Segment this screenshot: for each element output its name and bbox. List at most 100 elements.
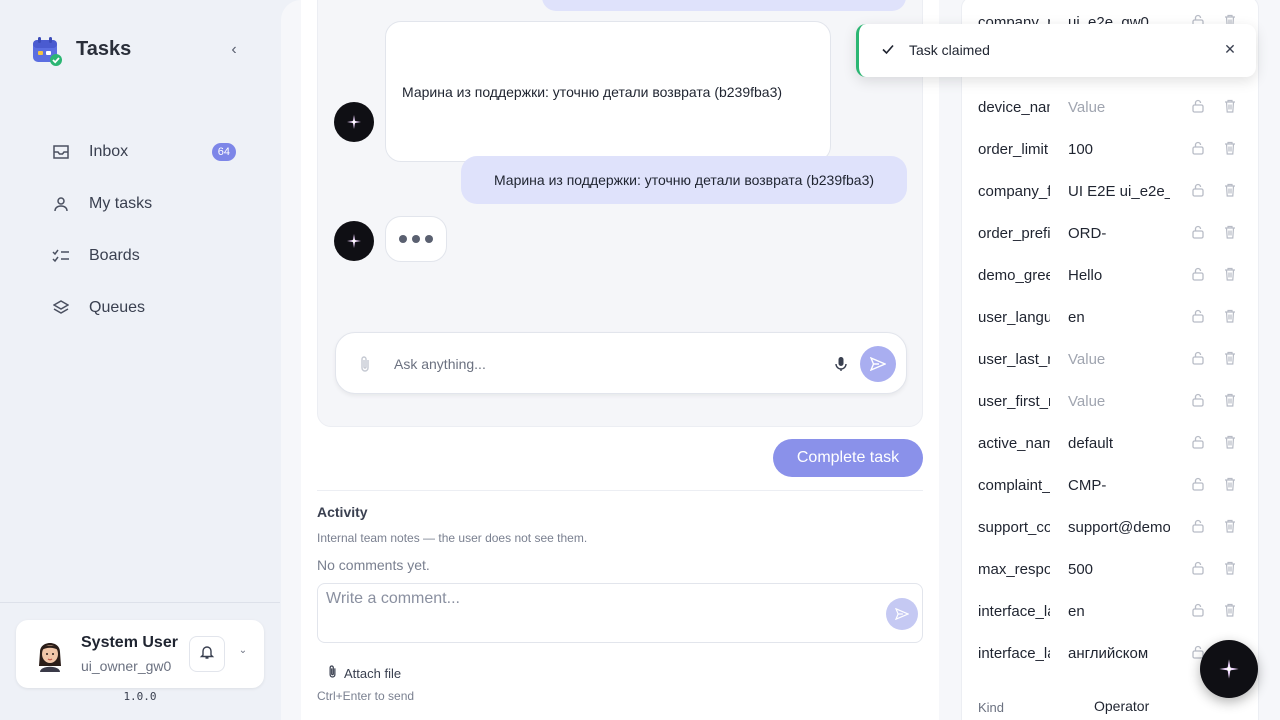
lock-icon[interactable]	[1192, 225, 1204, 239]
property-value[interactable]: en	[1068, 603, 1170, 620]
lock-icon[interactable]	[1192, 477, 1204, 491]
sparkle-icon	[347, 115, 361, 129]
trash-icon[interactable]	[1224, 141, 1236, 155]
property-value[interactable]: 100	[1068, 141, 1170, 158]
collapse-sidebar-button[interactable]: ‹	[226, 40, 242, 60]
property-value[interactable]: support@demo.com	[1068, 519, 1170, 536]
assistant-fab-button[interactable]	[1200, 640, 1258, 698]
lock-icon[interactable]	[1192, 435, 1204, 449]
sparkle-icon	[1219, 659, 1239, 679]
kind-value: Operator	[1094, 698, 1150, 714]
attach-file-button[interactable]: Attach file	[327, 664, 401, 682]
property-key: support_contact	[978, 518, 1050, 536]
property-value[interactable]: CMP-	[1068, 477, 1170, 494]
bot-avatar	[334, 102, 374, 142]
microphone-icon[interactable]	[834, 355, 848, 373]
property-row: demo_greeting Hello	[978, 254, 1248, 296]
trash-icon[interactable]	[1224, 603, 1236, 617]
activity-subtitle: Internal team notes — the user does not …	[317, 531, 588, 545]
property-row: company_full_name UI E2E ui_e2e_gw0	[978, 170, 1248, 212]
user-name: System User	[81, 634, 178, 651]
property-value[interactable]: ORD-	[1068, 225, 1170, 242]
comment-input[interactable]	[326, 590, 866, 634]
paperclip-icon[interactable]	[358, 355, 372, 373]
lock-icon[interactable]	[1192, 351, 1204, 365]
property-value[interactable]: 500	[1068, 561, 1170, 578]
property-key: user_first_name	[978, 392, 1050, 410]
lock-icon[interactable]	[1192, 561, 1204, 575]
inbox-icon	[52, 143, 70, 161]
property-key: active_namespace	[978, 434, 1050, 452]
lock-icon[interactable]	[1192, 267, 1204, 281]
property-value[interactable]: Value	[1068, 99, 1170, 116]
complete-task-button[interactable]: Complete task	[773, 439, 923, 477]
trash-icon[interactable]	[1224, 267, 1236, 281]
layers-icon	[52, 299, 70, 317]
property-key: complaint_prefix	[978, 476, 1050, 494]
comment-send-button[interactable]	[886, 598, 918, 630]
property-value[interactable]: en	[1068, 309, 1170, 326]
trash-icon[interactable]	[1224, 477, 1236, 491]
property-key: user_language	[978, 308, 1050, 326]
properties-card: company_name ui_e2e_gw0 device_name Valu…	[961, 0, 1259, 720]
trash-icon[interactable]	[1224, 351, 1236, 365]
sidebar-item-label: Queues	[89, 299, 146, 316]
chat-input[interactable]	[394, 351, 814, 377]
sidebar-divider	[0, 602, 280, 603]
trash-icon[interactable]	[1224, 99, 1236, 113]
trash-icon[interactable]	[1224, 225, 1236, 239]
lock-icon[interactable]	[1192, 603, 1204, 617]
chat-composer	[335, 332, 907, 394]
app-logo-icon	[32, 36, 62, 66]
property-row: order_prefix ORD-	[978, 212, 1248, 254]
user-card[interactable]: System User ui_owner_gw0 ⌄	[16, 620, 264, 688]
sidebar-item-my-tasks[interactable]: My tasks	[36, 178, 252, 230]
trash-icon[interactable]	[1224, 519, 1236, 533]
typing-indicator	[385, 216, 447, 262]
check-icon	[881, 42, 895, 56]
lock-icon[interactable]	[1192, 393, 1204, 407]
property-row: order_limit 100	[978, 128, 1248, 170]
sidebar-item-queues[interactable]: Queues	[36, 282, 252, 334]
send-icon	[870, 357, 886, 371]
lock-icon[interactable]	[1192, 183, 1204, 197]
property-value[interactable]: английском	[1068, 645, 1170, 662]
sidebar-nav: Inbox 64 My tasks Boards Queues	[36, 126, 252, 334]
chat-message-text: Марина из поддержки: уточню детали возвр…	[402, 83, 783, 100]
property-key: interface_language_name	[978, 644, 1050, 662]
send-icon	[895, 608, 909, 620]
lock-icon[interactable]	[1192, 519, 1204, 533]
paperclip-icon	[327, 664, 338, 682]
trash-icon[interactable]	[1224, 561, 1236, 575]
trash-icon[interactable]	[1224, 183, 1236, 197]
checklist-icon	[52, 247, 70, 265]
notifications-button[interactable]	[189, 636, 225, 672]
property-key: order_limit	[978, 140, 1049, 158]
lock-icon[interactable]	[1192, 141, 1204, 155]
trash-icon[interactable]	[1224, 309, 1236, 323]
bot-avatar	[334, 221, 374, 261]
trash-icon[interactable]	[1224, 435, 1236, 449]
bell-icon	[199, 644, 215, 665]
property-row: user_last_name Value	[978, 338, 1248, 380]
comment-box	[317, 583, 923, 643]
kind-label: Kind	[978, 700, 1005, 715]
trash-icon[interactable]	[1224, 393, 1236, 407]
property-value[interactable]: UI E2E ui_e2e_gw0	[1068, 183, 1170, 200]
lock-icon[interactable]	[1192, 309, 1204, 323]
sidebar-item-inbox[interactable]: Inbox 64	[36, 126, 252, 178]
chat-message-user: Марина из поддержки: уточню детали возвр…	[461, 156, 907, 204]
close-icon[interactable]: ✕	[1223, 42, 1237, 56]
property-value[interactable]: default	[1068, 435, 1170, 452]
chat-message-previous	[542, 0, 906, 11]
task-card: Марина из поддержки: уточню детали возвр…	[301, 0, 939, 720]
chat-send-button[interactable]	[860, 346, 896, 382]
property-value[interactable]: Hello	[1068, 267, 1170, 284]
property-row: user_language en	[978, 296, 1248, 338]
user-handle: ui_owner_gw0	[81, 658, 172, 674]
property-value[interactable]: Value	[1068, 393, 1170, 410]
user-menu-chevron-icon[interactable]: ⌄	[237, 645, 249, 657]
property-value[interactable]: Value	[1068, 351, 1170, 368]
sidebar-item-boards[interactable]: Boards	[36, 230, 252, 282]
lock-icon[interactable]	[1192, 99, 1204, 113]
